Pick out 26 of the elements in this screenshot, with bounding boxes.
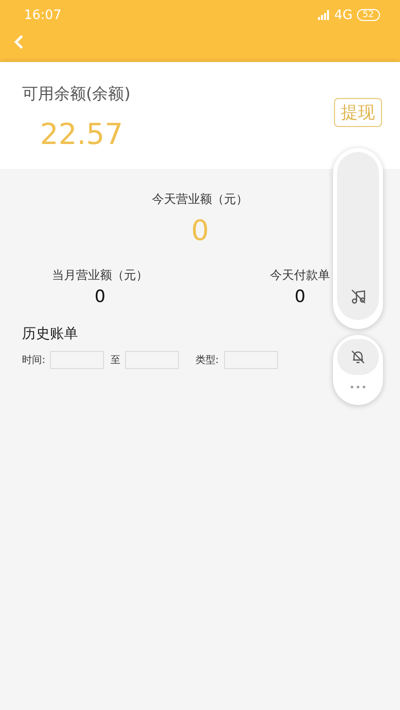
- network-label: 4G: [334, 8, 353, 22]
- stat-value: 0: [94, 287, 106, 307]
- today-revenue-value: 0: [191, 214, 209, 247]
- filter-field[interactable]: [50, 351, 104, 369]
- balance-label: 可用余额(余额): [22, 84, 130, 105]
- filter-label: 类型:: [195, 354, 219, 367]
- stat-label: 当月营业额（元）: [52, 267, 148, 284]
- stat-value: 0: [294, 287, 306, 307]
- stat-label: 今天付款单: [270, 267, 330, 284]
- filter-label: 至: [110, 354, 120, 367]
- bell-off-icon: [350, 349, 366, 365]
- filter-label: 时间:: [22, 354, 46, 367]
- battery-indicator: 52: [356, 9, 380, 21]
- mute-button[interactable]: [337, 339, 379, 375]
- music-note-icon: [351, 289, 366, 304]
- signal-icon: [318, 10, 330, 20]
- balance-amount: 22.57: [40, 117, 124, 151]
- status-time: 16:07: [24, 8, 62, 22]
- today-revenue-label: 今天营业额（元）: [152, 191, 248, 208]
- more-icon[interactable]: [350, 385, 366, 389]
- history-title: 历史账单: [22, 325, 79, 343]
- volume-slider[interactable]: [337, 152, 379, 320]
- filter-field[interactable]: [125, 351, 180, 369]
- withdraw-button[interactable]: 提现: [334, 98, 382, 127]
- back-icon[interactable]: [12, 34, 26, 50]
- filter-field[interactable]: [224, 351, 278, 369]
